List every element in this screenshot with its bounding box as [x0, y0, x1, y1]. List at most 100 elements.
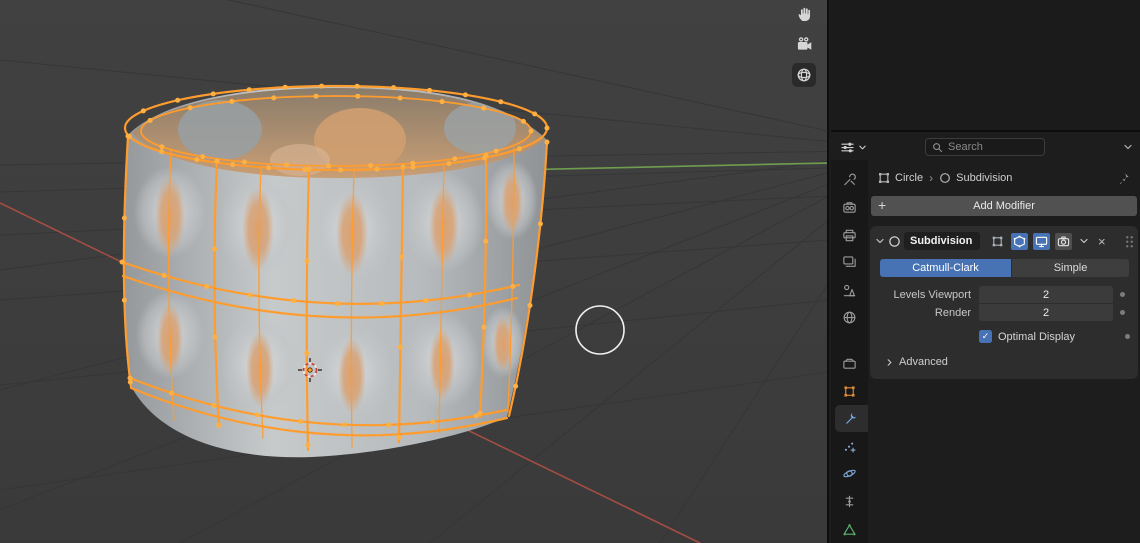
outliner-area	[831, 0, 1140, 132]
levels-viewport-field[interactable]: 2	[979, 286, 1113, 303]
tab-output[interactable]	[831, 221, 868, 249]
view-layer-icon	[842, 255, 857, 270]
tab-render[interactable]	[831, 194, 868, 222]
chevron-down-icon	[1123, 142, 1133, 152]
modifier-circle-icon	[888, 235, 901, 248]
show-in-edit-mode-toggle[interactable]	[1011, 232, 1028, 250]
optimal-display-label: Optimal Display	[998, 330, 1076, 343]
cage-icon	[991, 235, 1004, 248]
chevron-right-icon	[885, 358, 894, 367]
hand-icon	[798, 7, 809, 20]
tab-object-data[interactable]	[831, 515, 868, 543]
modifier-panel-subdivision: × Catmull-Clark Simple Levels Viewport 2	[870, 226, 1138, 379]
header-menu-button[interactable]	[1123, 142, 1133, 152]
tab-modifiers[interactable]	[835, 404, 868, 433]
properties-editor-icon	[840, 140, 855, 155]
levels-viewport-row: Levels Viewport 2	[875, 286, 1133, 303]
tab-scene[interactable]	[831, 276, 868, 304]
tab-constraints[interactable]	[831, 488, 868, 516]
pan-hand-button[interactable]	[792, 1, 816, 25]
tab-object[interactable]	[831, 377, 868, 405]
properties-body: Circle › Subdivision + Add Modifier Subd…	[831, 160, 1140, 543]
tab-world[interactable]	[831, 304, 868, 332]
right-column: Circle › Subdivision +	[831, 0, 1140, 543]
drag-handle[interactable]	[1124, 234, 1133, 248]
object-origin-dot	[307, 367, 313, 373]
editor-type-button[interactable]	[838, 138, 869, 157]
animate-dot[interactable]	[1125, 334, 1130, 339]
check-icon: ✓	[981, 331, 990, 341]
render-field[interactable]: 2	[979, 304, 1113, 321]
tab-collection[interactable]	[831, 350, 868, 378]
tab-particles[interactable]	[831, 432, 868, 460]
modifier-extras-chevron-icon[interactable]	[1079, 236, 1089, 246]
render-label: Render	[934, 306, 971, 319]
chevron-down-icon	[858, 143, 867, 152]
blender-window: Circle › Subdivision +	[0, 0, 1140, 543]
orthographic-grid-button[interactable]	[792, 63, 816, 87]
mesh-data-icon	[878, 172, 890, 184]
scene-icon	[842, 283, 857, 298]
search-input[interactable]	[948, 141, 1038, 153]
levels-viewport-label: Levels Viewport	[893, 288, 971, 301]
tab-physics[interactable]	[831, 460, 868, 488]
pin-icon	[1117, 172, 1130, 185]
render-icon	[842, 200, 857, 215]
printer-icon	[842, 228, 857, 243]
show-in-viewport-toggle[interactable]	[1033, 232, 1050, 250]
animate-dot[interactable]	[1120, 292, 1125, 297]
edit-mode-icon	[1013, 235, 1026, 248]
delete-modifier-button[interactable]: ×	[1095, 235, 1109, 248]
viewport-canvas	[0, 0, 827, 543]
collection-icon	[842, 356, 857, 371]
display-icon	[1035, 235, 1048, 248]
properties-header	[831, 134, 1140, 160]
breadcrumb-modifier-label: Subdivision	[956, 172, 1013, 184]
render-camera-icon	[1057, 235, 1070, 248]
simple-option[interactable]: Simple	[1012, 259, 1129, 277]
subdivision-type-segmented: Catmull-Clark Simple	[880, 259, 1129, 277]
show-on-cage-toggle[interactable]	[989, 233, 1006, 250]
constraints-icon	[842, 494, 857, 509]
optimal-display-checkbox[interactable]: ✓	[979, 330, 992, 343]
show-in-render-toggle[interactable]	[1055, 232, 1072, 250]
properties-main: Circle › Subdivision + Add Modifier Subd…	[868, 160, 1140, 543]
breadcrumb-separator: ›	[929, 171, 934, 185]
search-icon	[932, 142, 943, 153]
pin-button[interactable]	[1117, 172, 1130, 185]
mesh-triangle-icon	[842, 522, 857, 537]
particles-icon	[842, 439, 857, 454]
add-modifier-button[interactable]: + Add Modifier	[871, 196, 1137, 216]
tool-icon	[842, 172, 857, 187]
catmull-clark-option[interactable]: Catmull-Clark	[880, 259, 1012, 277]
plus-icon: +	[878, 197, 887, 213]
optimal-display-row: ✓ Optimal Display	[979, 330, 1133, 343]
breadcrumb-object-label: Circle	[895, 172, 924, 184]
animate-dot[interactable]	[1120, 310, 1125, 315]
physics-orbit-icon	[842, 466, 857, 481]
object-square-icon	[842, 384, 857, 399]
modifier-name-field[interactable]	[904, 232, 980, 250]
advanced-label: Advanced	[899, 356, 948, 368]
camera-icon	[797, 37, 810, 50]
circle-icon	[939, 172, 951, 184]
breadcrumb: Circle › Subdivision	[868, 160, 1140, 196]
properties-editor: Circle › Subdivision +	[831, 134, 1140, 543]
breadcrumb-modifier[interactable]: Subdivision	[939, 172, 1012, 184]
camera-view-button[interactable]	[792, 32, 816, 56]
collapse-chevron-icon[interactable]	[875, 236, 885, 246]
tab-view-layer[interactable]	[831, 249, 868, 277]
grid-sphere-icon	[798, 69, 810, 81]
search-box[interactable]	[925, 138, 1045, 156]
advanced-section-toggle[interactable]: Advanced	[885, 356, 1133, 368]
render-row: Render 2	[875, 304, 1133, 321]
wrench-icon	[844, 411, 859, 426]
3d-viewport[interactable]	[0, 0, 829, 543]
breadcrumb-object[interactable]: Circle	[878, 172, 923, 184]
viewport-nav-gizmos	[792, 1, 816, 87]
tab-tool[interactable]	[831, 166, 868, 194]
mesh-object-circle[interactable]	[119, 83, 550, 458]
world-globe-icon	[842, 310, 857, 325]
add-modifier-label: Add Modifier	[973, 200, 1035, 212]
property-tab-strip	[831, 160, 868, 543]
